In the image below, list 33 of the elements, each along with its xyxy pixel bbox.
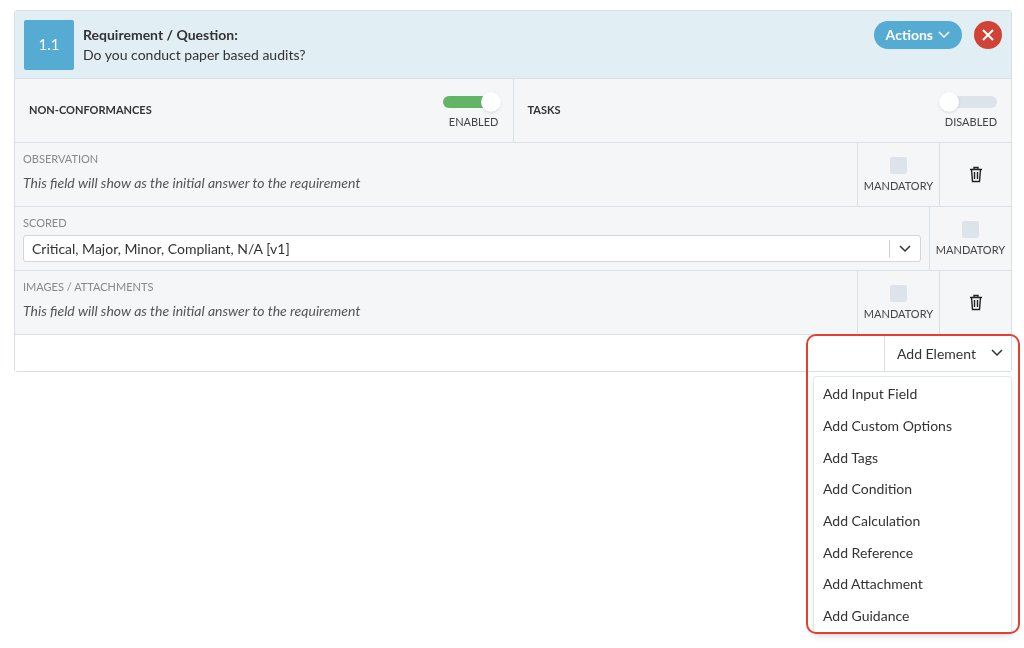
element-title: IMAGES / ATTACHMENTS bbox=[23, 280, 155, 294]
mandatory-label: MANDATORY bbox=[863, 178, 934, 194]
question-text: Do you conduct paper based audits? bbox=[83, 44, 307, 65]
scoring-dropdown[interactable]: Critical, Major, Minor, Compliant, N/A [v1] bbox=[23, 235, 921, 262]
delete-icon[interactable] bbox=[968, 166, 983, 183]
element-title: SCORED bbox=[23, 216, 68, 230]
chevron-down-icon bbox=[938, 30, 950, 39]
menu-item[interactable]: Add Tags bbox=[814, 441, 1011, 474]
close-icon bbox=[982, 28, 994, 41]
mandatory-label: MANDATORY bbox=[863, 306, 934, 322]
mandatory-label: MANDATORY bbox=[935, 242, 1006, 258]
toggle-label: TASKS bbox=[527, 102, 562, 119]
chevron-down-icon bbox=[991, 349, 1003, 357]
element-title: OBSERVATION bbox=[23, 152, 100, 166]
mandatory-checkbox[interactable] bbox=[962, 221, 979, 238]
menu-item[interactable]: Add Input Field bbox=[814, 378, 1011, 410]
question-number: 1.1 bbox=[24, 19, 74, 70]
question-label: Requirement / Question: bbox=[83, 24, 239, 45]
menu-item[interactable]: Add Calculation bbox=[814, 504, 1011, 537]
toggle-state: DISABLED bbox=[944, 114, 997, 131]
toggle-label: NON-CONFORMANCES bbox=[29, 102, 153, 119]
close-button[interactable] bbox=[974, 20, 1002, 49]
menu-item[interactable]: Add Custom Options bbox=[814, 409, 1011, 442]
toggle-state: ENABLED bbox=[448, 114, 499, 131]
menu-item[interactable]: Add Guidance bbox=[814, 599, 1011, 632]
menu-item[interactable]: Add Attachment bbox=[814, 568, 1011, 600]
delete-icon[interactable] bbox=[968, 294, 983, 311]
menu-item[interactable]: Add Reference bbox=[814, 536, 1011, 569]
menu-item[interactable]: Add Condition bbox=[814, 473, 1011, 505]
answer-hint: This field will show as the initial answer to the requirement bbox=[23, 173, 362, 193]
mandatory-checkbox[interactable] bbox=[890, 285, 907, 302]
answer-hint: This field will show as the initial answer to the requirement bbox=[23, 301, 362, 321]
mandatory-checkbox[interactable] bbox=[890, 157, 907, 174]
